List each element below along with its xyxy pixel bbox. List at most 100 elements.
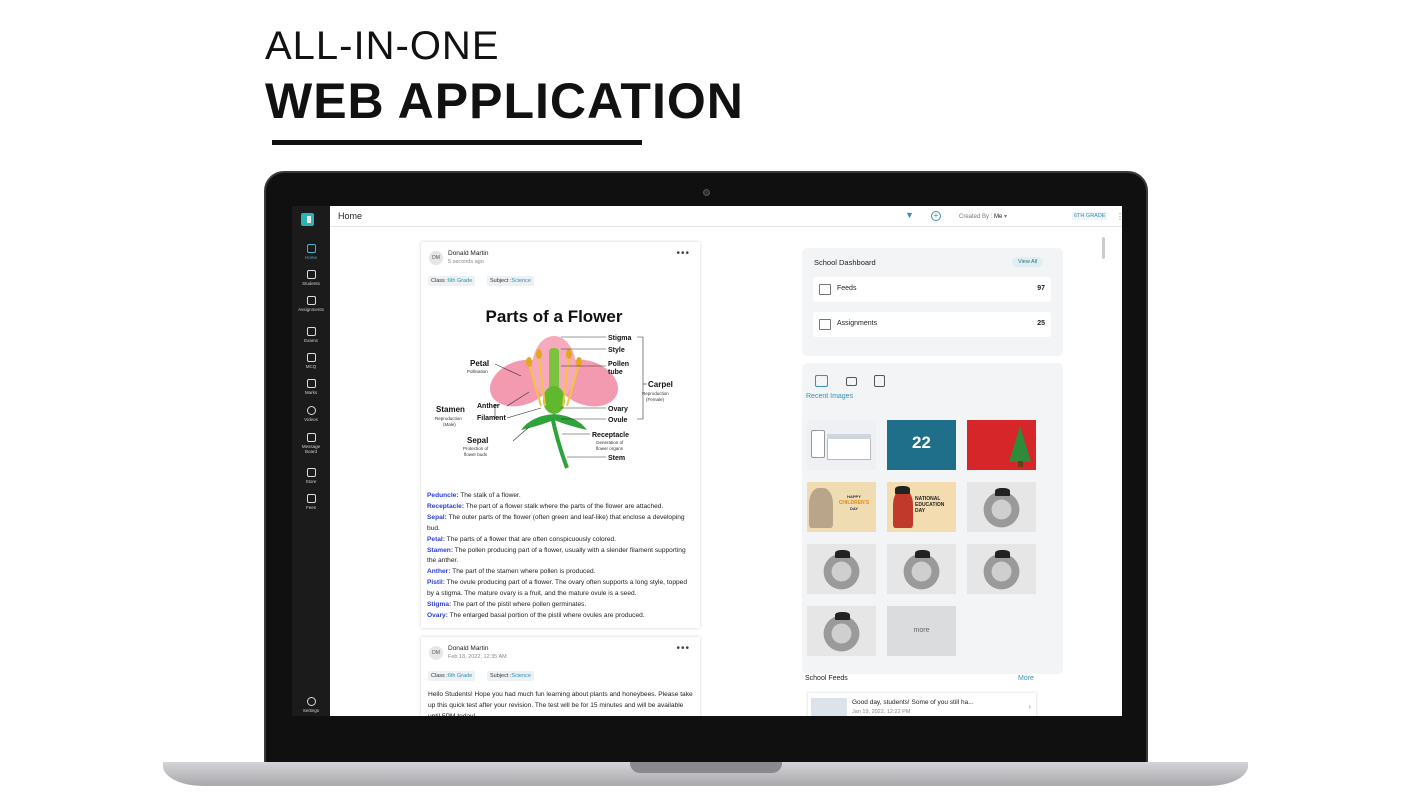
image-thumbnail[interactable] xyxy=(967,544,1036,594)
app-logo-icon[interactable] xyxy=(301,213,314,226)
school-dashboard-card: School Dashboard View All Feeds 97 Assig… xyxy=(802,248,1063,356)
definition-text: The enlarged basal portion of the pistil… xyxy=(447,611,645,619)
image-thumbnail[interactable] xyxy=(807,606,876,656)
definition-term: Petal: xyxy=(427,535,445,543)
view-all-button[interactable]: View All xyxy=(1012,257,1044,267)
label-tube: tube xyxy=(608,369,623,376)
definition-term: Peduncle: xyxy=(427,492,459,499)
definition-item: Receptacle: The part of a flower stalk w… xyxy=(427,502,692,513)
more-options-icon[interactable]: ••• xyxy=(676,643,690,654)
created-by-value: Me xyxy=(994,214,1003,220)
dashboard-row-count: 25 xyxy=(1037,320,1045,327)
sidebar-item-settings[interactable]: Settings xyxy=(292,697,330,713)
definition-text: The part of the pistil where pollen germ… xyxy=(451,601,587,609)
subject-tag-label: Subject : xyxy=(490,278,512,284)
hero-heading: ALL-IN-ONE WEB APPLICATION xyxy=(265,26,744,130)
image-tab-icon[interactable] xyxy=(815,375,828,387)
list-icon xyxy=(306,353,316,362)
image-thumbnail[interactable] xyxy=(967,420,1036,470)
sidebar-item-students[interactable]: Students xyxy=(292,270,330,286)
image-thumbnail[interactable] xyxy=(807,544,876,594)
sidebar-item-label: MCQ xyxy=(305,364,317,369)
subject-tag-value: Science xyxy=(511,278,531,284)
sidebar-item-label: Store xyxy=(305,479,317,484)
sidebar-item-marks[interactable]: Marks xyxy=(292,379,330,395)
sidebar-item-store[interactable]: Store xyxy=(292,468,330,484)
sidebar-item-label: Exams xyxy=(304,338,318,343)
image-thumbnail[interactable]: HAPPY CHILDREN'S DAY xyxy=(807,482,876,532)
wallet-icon xyxy=(306,494,316,503)
sidebar-item-label: Assignments xyxy=(298,307,324,312)
sidebar-item-label: Videos xyxy=(304,417,318,422)
thumbnail-text: 22 xyxy=(912,433,931,452)
image-thumbnail[interactable]: NATIONAL EDUCATION DAY xyxy=(887,482,956,532)
label-filament: Filament xyxy=(477,415,506,422)
sidebar-item-message-board[interactable]: Message Board xyxy=(292,433,330,454)
class-tag-value: 6th Grade xyxy=(447,673,473,679)
add-icon[interactable]: + xyxy=(931,211,941,221)
label-sepal: Sepal xyxy=(467,436,488,445)
grade-selector[interactable]: 6TH GRADE xyxy=(1072,212,1108,220)
dashboard-row-count: 97 xyxy=(1037,285,1045,292)
scrollbar[interactable] xyxy=(1102,237,1105,259)
sidebar-item-label: Fees xyxy=(305,505,316,510)
chevron-down-icon: ▾ xyxy=(1004,214,1008,220)
image-thumbnail[interactable] xyxy=(807,420,876,470)
user-icon xyxy=(306,327,316,336)
label-style: Style xyxy=(608,347,625,354)
chevron-right-icon: › xyxy=(1028,704,1031,711)
definition-term: Ovary: xyxy=(427,611,448,619)
dashboard-row-feeds[interactable]: Feeds 97 xyxy=(813,277,1051,302)
label-ovary: Ovary xyxy=(608,406,628,413)
author-name[interactable]: Donald Martin xyxy=(448,250,488,257)
image-thumbnail[interactable]: 22 xyxy=(887,420,956,470)
camera-icon xyxy=(703,189,710,196)
author-name[interactable]: Donald Martin xyxy=(448,645,488,652)
definition-text: The pollen producing part of a flower, u… xyxy=(427,546,686,565)
definition-text: The stalk of a flower. xyxy=(458,492,521,499)
label-ovule: Ovule xyxy=(608,417,628,424)
sidebar-item-assignments[interactable]: Assignments xyxy=(292,296,330,312)
label-receptacle: Receptacle xyxy=(592,432,629,439)
apps-grid-icon[interactable]: ⋮⋮ xyxy=(1116,212,1122,221)
sidebar-item-videos[interactable]: Videos xyxy=(292,406,330,422)
image-thumbnail[interactable] xyxy=(967,482,1036,532)
created-by-dropdown[interactable]: Created By : Me ▾ xyxy=(959,213,1007,220)
definition-term: Receptacle: xyxy=(427,502,465,510)
video-tab-icon[interactable] xyxy=(846,377,857,386)
more-images-button[interactable]: more xyxy=(887,606,956,656)
definition-term: Stamen: xyxy=(427,546,454,554)
feeds-icon xyxy=(819,284,831,295)
diagram-title: Parts of a Flower xyxy=(486,307,623,326)
school-feed-item[interactable]: Good day, students! Some of you still ha… xyxy=(808,693,1036,716)
author-avatar: DM xyxy=(429,251,443,265)
bag-icon xyxy=(306,468,316,477)
school-feeds-more-link[interactable]: More xyxy=(1018,675,1034,682)
sidebar-item-fees[interactable]: Fees xyxy=(292,494,330,510)
definition-item: Pistil: The ovule producing part of a fl… xyxy=(427,578,692,600)
mail-icon xyxy=(306,433,316,442)
play-icon xyxy=(306,406,316,415)
app-screen: Home Students Assignments Exams MCQ Mark… xyxy=(292,206,1122,716)
sidebar-item-label: Settings xyxy=(302,708,320,713)
label-petal: Petal xyxy=(470,359,489,368)
laptop-notch xyxy=(630,762,782,773)
document-tab-icon[interactable] xyxy=(874,375,885,387)
author-avatar: DM xyxy=(429,646,443,660)
sidebar-item-exams[interactable]: Exams xyxy=(292,327,330,343)
image-thumbnail[interactable] xyxy=(887,544,956,594)
subject-tag: Subject :Science xyxy=(487,671,534,681)
definition-text: The part of a flower stalk where the par… xyxy=(464,502,664,510)
home-icon xyxy=(306,244,316,253)
sidebar-item-home[interactable]: Home xyxy=(292,244,330,260)
flower-diagram-image[interactable]: Parts of a Flower Stigma Style Pollen tu… xyxy=(421,296,700,479)
sidebar-item-mcq[interactable]: MCQ xyxy=(292,353,330,369)
definition-item: Anther: The part of the stamen where pol… xyxy=(427,567,692,578)
more-options-icon[interactable]: ••• xyxy=(676,248,690,259)
recent-images-label: Recent Images xyxy=(806,393,854,400)
dashboard-row-assignments[interactable]: Assignments 25 xyxy=(813,312,1051,337)
label-carpel: Carpel xyxy=(648,380,673,389)
hero-line-2: WEB APPLICATION xyxy=(265,73,744,129)
filter-icon[interactable]: ▼ xyxy=(905,211,914,220)
feed-title: Good day, students! Some of you still ha… xyxy=(852,699,974,706)
